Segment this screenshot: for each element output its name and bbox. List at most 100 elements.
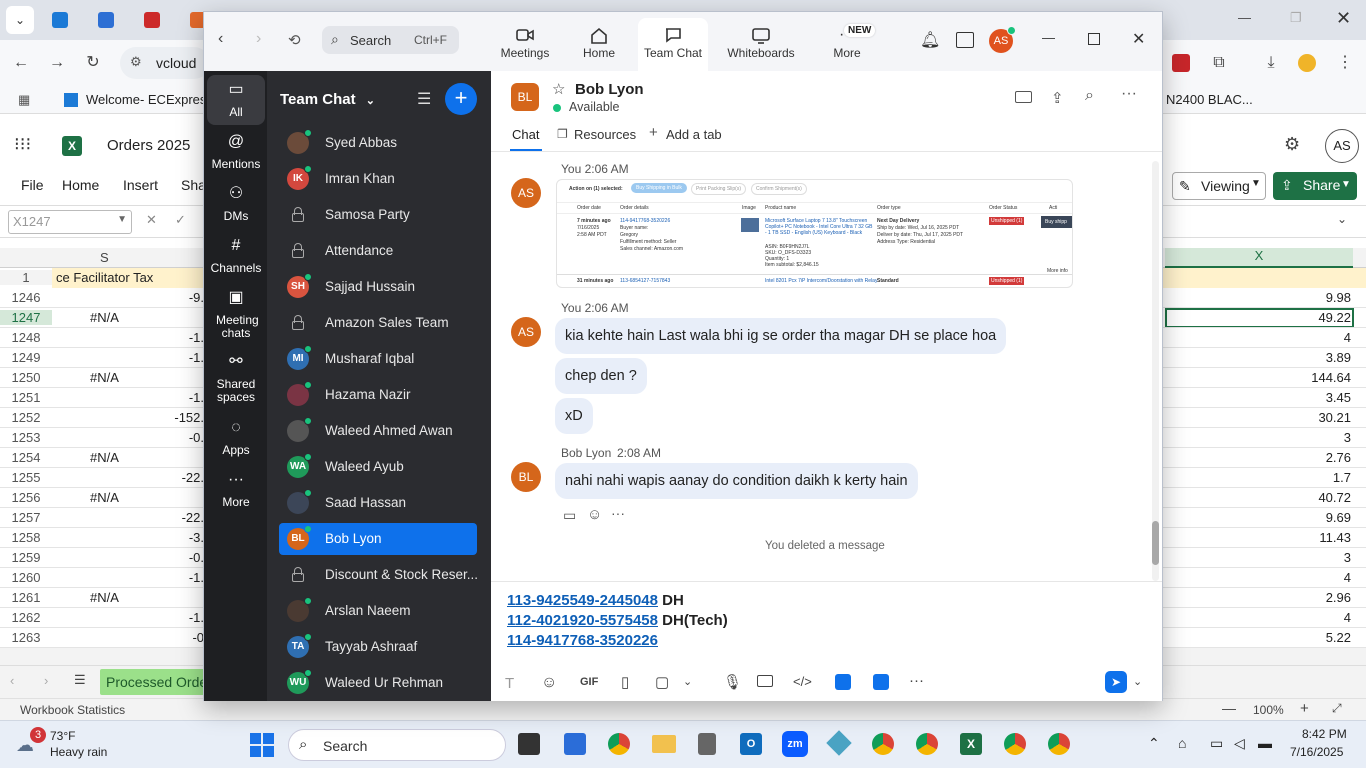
name-box[interactable]: X1247 ▼	[8, 210, 132, 234]
cell-s-na[interactable]: #N/A	[90, 490, 119, 505]
zoom-in-icon[interactable]: +	[1300, 700, 1309, 717]
row-number[interactable]: 1252	[0, 410, 52, 425]
search-conversation-icon[interactable]: ⌕	[1085, 87, 1094, 105]
messages-scroll-thumb[interactable]	[1152, 521, 1159, 565]
cell-s-value[interactable]: -22.	[150, 510, 204, 525]
profile-icon[interactable]	[1298, 54, 1316, 72]
chrome-profile-icon-1[interactable]	[872, 733, 894, 755]
reload-icon[interactable]: ↻	[82, 52, 104, 74]
battery-icon[interactable]: ▬	[1258, 735, 1272, 751]
calendar-icon[interactable]	[956, 32, 974, 48]
add-reaction-icon[interactable]: ☺	[587, 506, 602, 523]
messages-scrollbar[interactable]	[1152, 161, 1159, 581]
tab-chat[interactable]: Chat	[512, 127, 539, 142]
rail-channels[interactable]: # Channels	[207, 238, 265, 275]
more-options-icon[interactable]: ···	[1121, 85, 1137, 103]
cell-x-value[interactable]: 11.43	[1165, 530, 1351, 545]
profile-avatar[interactable]: AS	[989, 26, 1016, 53]
back-icon[interactable]: ←	[10, 52, 32, 74]
file-explorer-icon[interactable]	[652, 735, 676, 753]
zoom-taskbar-icon[interactable]: zm	[782, 731, 808, 757]
column-s-header[interactable]: S	[100, 250, 109, 265]
gif-icon[interactable]: GIF	[580, 676, 598, 688]
cell-x-value[interactable]: 9.98	[1165, 290, 1351, 305]
chat-list-header[interactable]: Team Chat ⌄	[280, 91, 375, 108]
chat-list-item[interactable]: Discount & Stock Reser...	[279, 559, 478, 591]
ecexpress-tab-icon[interactable]	[52, 12, 68, 28]
zoom-forward-icon[interactable]: ›	[256, 30, 261, 48]
cell-x-value[interactable]: 3	[1165, 550, 1351, 565]
conversation-avatar[interactable]: BL	[511, 83, 539, 111]
volume-icon[interactable]: ◁	[1234, 735, 1245, 752]
chat-list-item[interactable]: BL Bob Lyon	[279, 523, 477, 555]
chat-list-item[interactable]: Saad Hassan	[279, 487, 477, 519]
cell-s-value[interactable]: -22.	[150, 470, 204, 485]
zoom-back-icon[interactable]: ‹	[218, 30, 223, 48]
cell-s-value[interactable]: -1.	[150, 390, 204, 405]
cell-x-value[interactable]: 30.21	[1165, 410, 1351, 425]
task-view-icon[interactable]	[518, 733, 540, 755]
order-screenshot-image[interactable]: Action on (1) selected: Buy Shipping in …	[556, 179, 1073, 288]
close-window-icon[interactable]: ✕	[1132, 29, 1145, 49]
nav-more[interactable]: ··· More NEW	[814, 18, 880, 71]
cell-x-value[interactable]: 3.45	[1165, 390, 1351, 405]
ribbon-tab-file[interactable]: File	[21, 177, 44, 193]
message-bubble[interactable]: chep den ?	[555, 358, 647, 394]
microphone-icon[interactable]: 🎙︎	[723, 673, 742, 691]
weather-widget[interactable]: ☁ 3 73°F Heavy rain	[14, 727, 134, 763]
whiteboard-share-icon[interactable]	[835, 674, 851, 690]
user-avatar[interactable]: AS	[1325, 129, 1359, 163]
clock-date[interactable]: 7/16/2025	[1290, 745, 1343, 759]
cell-s-na[interactable]: #N/A	[90, 370, 119, 385]
tab-search-button[interactable]: ⌄	[6, 6, 34, 34]
outlook-icon[interactable]: O	[740, 733, 762, 755]
tab-icon-blue[interactable]	[98, 12, 114, 28]
row-number[interactable]: 1259	[0, 550, 52, 565]
cell-s-value[interactable]: -152.	[150, 410, 204, 425]
chrome-profile-icon-3[interactable]	[1004, 733, 1026, 755]
cell-s-value[interactable]: -0.	[150, 430, 204, 445]
row-number[interactable]: 1255	[0, 470, 52, 485]
pdf-extension-icon[interactable]	[1172, 54, 1190, 72]
all-sheets-icon[interactable]: ☰	[74, 672, 86, 688]
cell-x-value[interactable]: 1.7	[1165, 470, 1351, 485]
next-sheet-icon[interactable]: ›	[44, 673, 48, 688]
cell-s-value[interactable]: -9.	[150, 290, 204, 305]
cell-s-value[interactable]: -3.	[150, 530, 204, 545]
rail-more[interactable]: ··· More	[207, 472, 265, 509]
column-s-title[interactable]: ce Facilitator Tax	[56, 270, 153, 285]
cell-x-value[interactable]: 49.22	[1165, 310, 1351, 325]
cell-x-value[interactable]: 2.76	[1165, 450, 1351, 465]
message-more-icon[interactable]: ···	[611, 505, 625, 521]
chat-list-item[interactable]: Arslan Naeem	[279, 595, 477, 627]
close-browser-icon[interactable]: ✕	[1336, 8, 1351, 29]
video-call-icon[interactable]	[1015, 91, 1032, 103]
expand-formula-icon[interactable]: ⌄	[1337, 212, 1347, 226]
file-title[interactable]: Orders 2025	[107, 137, 190, 154]
calculator-icon[interactable]	[698, 733, 716, 755]
bookmark-right[interactable]: N2400 BLAC...	[1166, 92, 1253, 107]
rail-apps[interactable]: ◌ Apps	[207, 420, 265, 457]
star-icon[interactable]: ☆	[552, 80, 565, 98]
chat-list-item[interactable]: Hazama Nazir	[279, 379, 477, 411]
order-link[interactable]: 112-4021920-5575458	[507, 612, 658, 629]
settings-gear-icon[interactable]: ⚙	[1284, 134, 1300, 155]
screen-share-icon[interactable]: ⇪	[1051, 89, 1064, 107]
notifications-bell-icon[interactable]: 🔔︎	[920, 30, 940, 50]
compose-line-1[interactable]: 113-9425549-2445048 DH	[507, 592, 684, 609]
row-number[interactable]: 1251	[0, 390, 52, 405]
zoom-out-icon[interactable]: —	[1222, 700, 1236, 716]
code-icon[interactable]: </>	[793, 674, 812, 689]
text-format-icon[interactable]: T	[505, 675, 514, 692]
restore-browser-icon[interactable]: ❐	[1290, 10, 1302, 26]
row-number[interactable]: 1262	[0, 610, 52, 625]
cell-x-value[interactable]: 4	[1165, 330, 1351, 345]
start-button[interactable]	[250, 733, 274, 757]
address-bar[interactable]: ⚙ vcloud	[120, 47, 210, 79]
cell-s-value[interactable]: -1.	[150, 350, 204, 365]
order-link[interactable]: 114-9417768-3520226	[507, 632, 658, 649]
new-chat-button[interactable]: +	[445, 83, 477, 115]
prev-sheet-icon[interactable]: ‹	[10, 673, 14, 688]
send-options-chevron-icon[interactable]: ⌄	[1133, 675, 1142, 688]
cell-x-value[interactable]: 40.72	[1165, 490, 1351, 505]
